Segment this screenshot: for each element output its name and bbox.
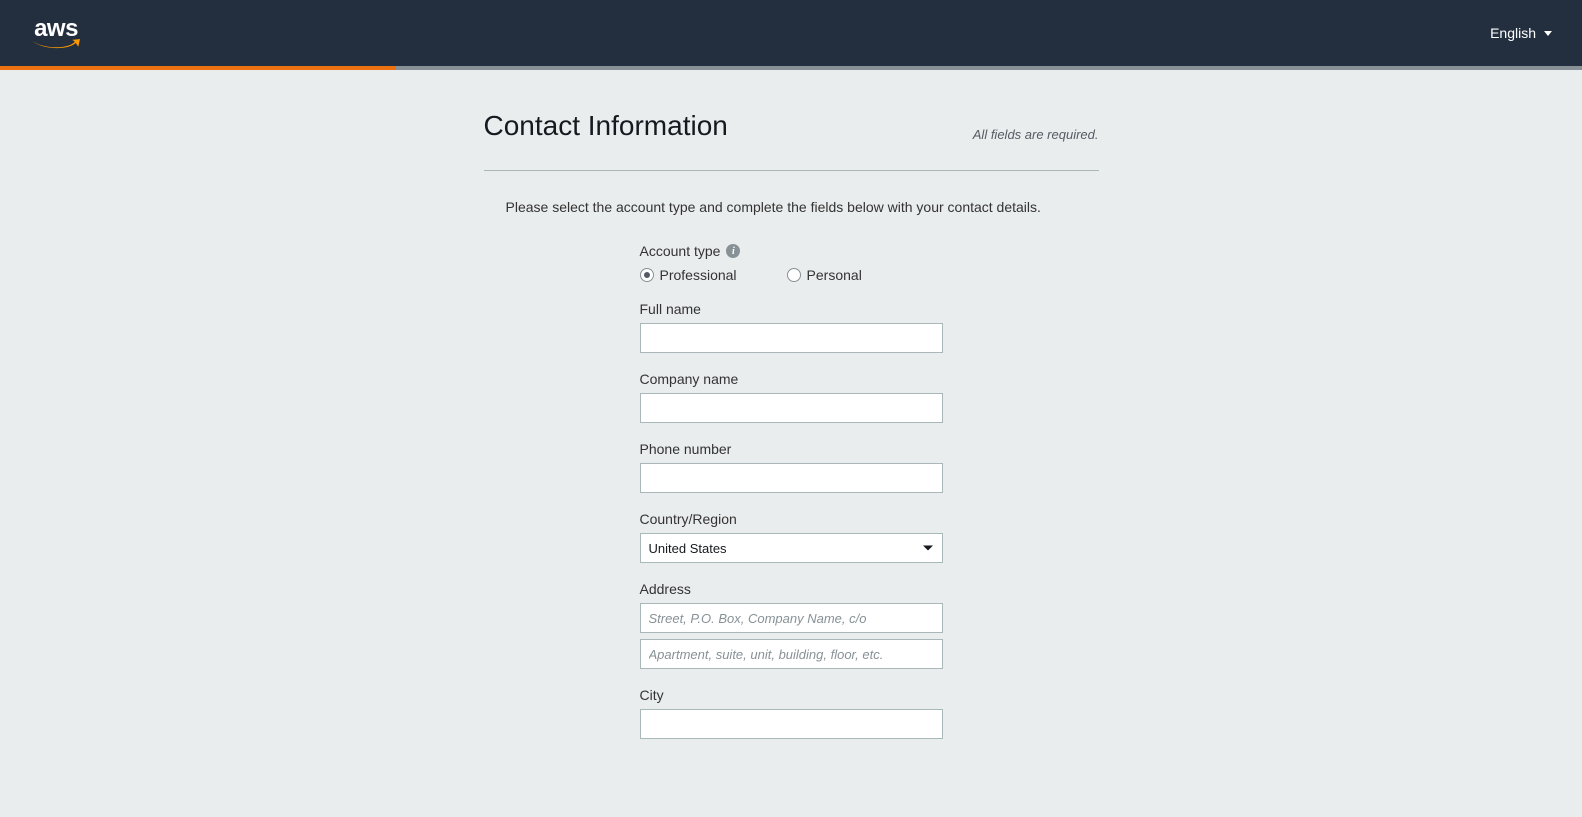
aws-smile-icon — [30, 39, 82, 51]
radio-personal-label: Personal — [807, 267, 862, 283]
city-group: City — [640, 687, 943, 739]
company-name-group: Company name — [640, 371, 943, 423]
company-name-label: Company name — [640, 371, 943, 387]
main-content: Contact Information All fields are requi… — [484, 70, 1099, 817]
phone-number-group: Phone number — [640, 441, 943, 493]
address-line2-input[interactable] — [640, 639, 943, 669]
aws-logo[interactable]: aws — [30, 15, 82, 51]
language-label: English — [1490, 25, 1536, 41]
full-name-input[interactable] — [640, 323, 943, 353]
info-icon[interactable]: i — [726, 244, 740, 258]
language-selector[interactable]: English — [1490, 25, 1552, 41]
phone-number-input[interactable] — [640, 463, 943, 493]
city-label: City — [640, 687, 943, 703]
account-type-group: Account type i Professional Personal — [640, 243, 943, 283]
address-label: Address — [640, 581, 943, 597]
phone-number-label: Phone number — [640, 441, 943, 457]
address-group: Address — [640, 581, 943, 669]
progress-fill — [0, 66, 396, 70]
country-region-select-wrapper: United States — [640, 533, 943, 563]
account-type-radios: Professional Personal — [640, 267, 943, 283]
page-title: Contact Information — [484, 110, 728, 142]
header: aws English — [0, 0, 1582, 66]
account-type-label: Account type i — [640, 243, 943, 259]
instruction-text: Please select the account type and compl… — [484, 199, 1099, 215]
company-name-input[interactable] — [640, 393, 943, 423]
city-input[interactable] — [640, 709, 943, 739]
required-note: All fields are required. — [973, 127, 1099, 142]
full-name-group: Full name — [640, 301, 943, 353]
country-region-select[interactable]: United States — [640, 533, 943, 563]
progress-bar — [0, 66, 1582, 70]
radio-circle-icon — [640, 268, 654, 282]
radio-professional[interactable]: Professional — [640, 267, 737, 283]
radio-professional-label: Professional — [660, 267, 737, 283]
address-line1-input[interactable] — [640, 603, 943, 633]
full-name-label: Full name — [640, 301, 943, 317]
country-region-group: Country/Region United States — [640, 511, 943, 563]
radio-personal[interactable]: Personal — [787, 267, 862, 283]
radio-circle-icon — [787, 268, 801, 282]
title-row: Contact Information All fields are requi… — [484, 110, 1099, 171]
form: Account type i Professional Personal Ful… — [484, 243, 1099, 739]
country-region-label: Country/Region — [640, 511, 943, 527]
chevron-down-icon — [1544, 31, 1552, 36]
